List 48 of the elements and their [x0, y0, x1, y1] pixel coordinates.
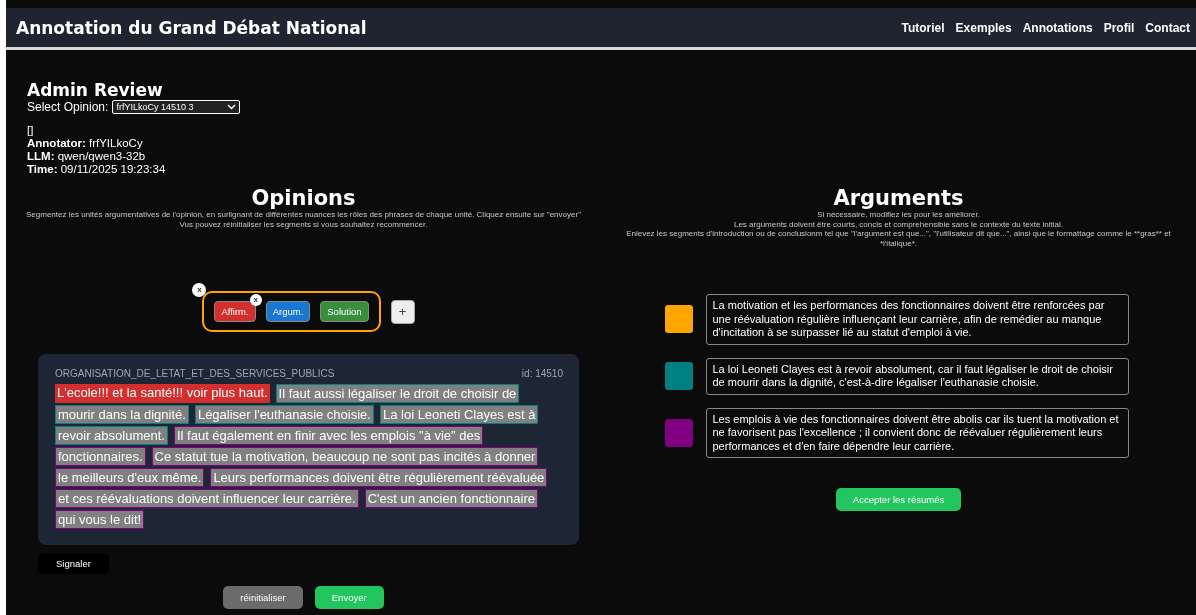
text-segment[interactable]: Leurs performances doivent être régulièrement réévaluée — [210, 468, 548, 487]
section-title: Arguments — [833, 186, 964, 210]
role-chip[interactable]: Solution — [320, 301, 369, 322]
text-segment[interactable]: La loi Leoneti Clayes est à — [379, 405, 539, 424]
text-segment[interactable]: L'ecole!!! et la santé!!! voir plus haut. — [55, 384, 270, 403]
report-button[interactable]: Signaler — [38, 553, 109, 574]
text-segment[interactable]: revoir absolument. — [55, 426, 168, 445]
select-label: Select Opinion: — [27, 100, 109, 114]
caret-icon — [227, 104, 237, 110]
text-segment[interactable]: qui vous le dit! — [55, 510, 145, 529]
argument-field[interactable]: La loi Leoneti Clayes est à revoir absolument, car il faut légaliser le droit de choisir de mourir dans la dignité, c'est-à-dire légaliser l'euthanasie choisie. — [705, 357, 1129, 395]
nav-link[interactable]: Annotations — [1022, 20, 1093, 35]
nav-link[interactable]: Exemples — [955, 20, 1012, 35]
text-segment[interactable]: Il faut également en finir avec les emplois "à vie" des — [173, 426, 484, 445]
nav-link[interactable]: Profil — [1103, 20, 1135, 35]
meta-line: Annotator: frfYILkoCy — [27, 137, 144, 150]
instruction-text: Enlevez les segments d'introduction ou de conclusionm tel que "l'argument est que...", "l'utilisateur dit que...", ainsi que le formattage comme le **gras** et *l'italique*. — [625, 229, 1172, 248]
page-title: Admin Review — [27, 80, 164, 100]
text-segment[interactable]: et ces réévaluations doivent influencer leur carrière. — [55, 489, 359, 508]
instruction-text: Si nécessaire, modifiez les pour les améliorer. — [817, 210, 980, 220]
role-chip[interactable]: Argum. — [265, 301, 311, 322]
argument-field[interactable]: Les emplois à vie des fonctionnaires doivent être abolis car ils tuent la motivation et ne favorisent pas l'excellence ; il convient donc de réévaluer régulièrement leurs performances et d'en faire dépendre leur carrière. — [705, 407, 1129, 458]
site-title: Annotation du Grand Débat National — [16, 17, 367, 38]
category-label: ORGANISATION_DE_LETAT_ET_DES_SERVICES_PUBLICS — [55, 368, 335, 379]
add-button[interactable]: + — [390, 299, 415, 324]
remove-group-button[interactable]: x — [192, 283, 207, 297]
argument-field[interactable]: La motivation et les performances des fonctionnaires doivent être renforcées par une réévaluation régulière influençant leur carrière, afin de remédier au manque d'incitation à se surpasser lié au statut d'emploi à vie. — [705, 294, 1129, 345]
section-title: Opinions — [251, 186, 356, 210]
meta-line: Time: 09/11/2025 19:23:34 — [27, 163, 167, 176]
text-segment[interactable]: Il faut aussi légaliser le droit de choisir de — [275, 384, 520, 403]
text-segment[interactable]: le meilleurs d'eux même. — [55, 468, 205, 487]
role-chip[interactable]: Affirm. — [214, 301, 256, 322]
meta-line: LLM: qwen/qwen3-32b — [27, 150, 147, 163]
nav-link[interactable]: Tutoriel — [901, 20, 945, 35]
remove-chip-button[interactable]: x — [249, 294, 262, 306]
text-segment[interactable]: fonctionnaires. — [55, 447, 146, 466]
reset-button[interactable]: réinitialiser — [223, 586, 303, 609]
raw-value: [] — [27, 124, 35, 137]
opinion-id: id: 14510 — [521, 368, 563, 379]
text-segment[interactable]: C'est un ancien fonctionnaire — [364, 489, 538, 508]
instruction-text: Vus pouvez réinitialiser les segments si vous souhaitez recommencer. — [179, 219, 428, 229]
instruction-text: Segmentez les unités argumentatives de l'opinion, en surlignant de différentes nuances les rôles des phrases de chaque unité. Cliquez ensuite sur "envoyer" — [26, 210, 581, 220]
text-segment[interactable]: Ce statut tue la motivation, beaucoup ne sont pas incités à donner — [151, 447, 539, 466]
text-segment[interactable]: mourir dans la dignité. — [55, 405, 189, 424]
opinion-select[interactable]: frfYILkoCy 14510 3 — [112, 100, 241, 114]
instruction-text: Les arguments doivent être courts, concis et comprehensible sans le contexte du texte initial. — [733, 219, 1064, 229]
text-segment[interactable]: Légaliser l'euthanasie choisie. — [194, 405, 374, 424]
nav-link[interactable]: Contact — [1145, 20, 1190, 35]
